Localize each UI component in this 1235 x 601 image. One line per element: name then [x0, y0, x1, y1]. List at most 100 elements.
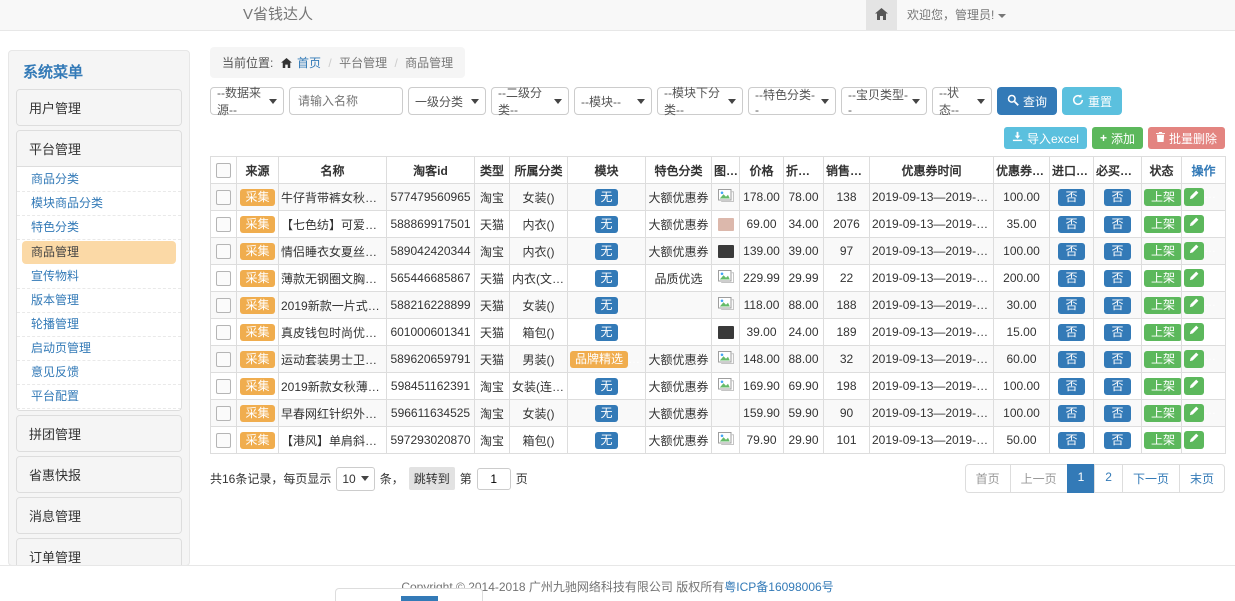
sidebar-subitem[interactable]: 轮播管理	[17, 313, 181, 337]
filter-select-data-source[interactable]: --数据来源--	[210, 87, 284, 115]
import-excel-button[interactable]: 导入excel	[1004, 127, 1087, 149]
import-pick-toggle[interactable]: 否	[1058, 189, 1084, 206]
must-buy-toggle[interactable]: 否	[1104, 270, 1130, 287]
row-checkbox[interactable]	[216, 352, 231, 367]
page-button[interactable]: 下一页	[1122, 464, 1180, 493]
must-buy-toggle[interactable]: 否	[1104, 243, 1130, 260]
status-badge[interactable]: 上架	[1144, 405, 1182, 422]
table-row: 采集情侣睡衣女夏丝绸男士...589042420344淘宝内衣()无大额优惠券1…	[211, 238, 1226, 265]
row-checkbox[interactable]	[216, 325, 231, 340]
bulk-delete-button[interactable]: 批量删除	[1148, 127, 1225, 149]
status-badge[interactable]: 上架	[1144, 243, 1182, 260]
filter-select-module-subcategory[interactable]: --模块下分类--	[657, 87, 743, 115]
row-checkbox[interactable]	[216, 217, 231, 232]
status-badge[interactable]: 上架	[1144, 351, 1182, 368]
icp-link[interactable]: 粤ICP备16098006号	[724, 580, 833, 594]
edit-button[interactable]	[1184, 296, 1204, 314]
column-header: 价格	[740, 157, 784, 184]
import-pick-toggle[interactable]: 否	[1058, 297, 1084, 314]
name-search-input[interactable]	[289, 87, 403, 115]
sidebar-subitem[interactable]: 商品分类	[17, 168, 181, 192]
row-checkbox[interactable]	[216, 244, 231, 259]
breadcrumb-home-link[interactable]: 首页	[297, 56, 321, 70]
filter-select-label: --宝贝类型--	[848, 86, 908, 117]
status-badge[interactable]: 上架	[1144, 378, 1182, 395]
page-button[interactable]: 2	[1094, 464, 1123, 493]
sidebar-subitem[interactable]: 商品管理	[22, 241, 176, 264]
edit-button[interactable]	[1184, 215, 1204, 233]
edit-button[interactable]	[1184, 431, 1204, 449]
status-badge[interactable]: 上架	[1144, 324, 1182, 341]
filter-select-module[interactable]: --模块--	[574, 87, 652, 115]
add-button[interactable]: + 添加	[1092, 127, 1143, 149]
navbar-home-button[interactable]	[866, 0, 897, 30]
row-checkbox[interactable]	[216, 298, 231, 313]
import-pick-toggle[interactable]: 否	[1058, 432, 1084, 449]
sidebar-subitem[interactable]: 版本管理	[17, 289, 181, 313]
status-badge[interactable]: 上架	[1144, 216, 1182, 233]
must-buy-toggle[interactable]: 否	[1104, 324, 1130, 341]
import-pick-cell: 否	[1050, 400, 1094, 427]
status-badge[interactable]: 上架	[1144, 297, 1182, 314]
per-page-select[interactable]: 10	[336, 467, 374, 491]
edit-button[interactable]	[1184, 242, 1204, 260]
sidebar-subitem[interactable]: 模块商品分类	[17, 192, 181, 216]
import-pick-toggle[interactable]: 否	[1058, 405, 1084, 422]
row-checkbox[interactable]	[216, 190, 231, 205]
sidebar-group[interactable]: 平台管理	[17, 131, 181, 166]
must-buy-toggle[interactable]: 否	[1104, 189, 1130, 206]
filter-select-status[interactable]: --状态--	[932, 87, 992, 115]
must-buy-toggle[interactable]: 否	[1104, 216, 1130, 233]
sidebar-subitem[interactable]: 平台配置	[17, 385, 181, 409]
edit-button[interactable]	[1184, 350, 1204, 368]
must-buy-toggle[interactable]: 否	[1104, 405, 1130, 422]
sidebar-subitem[interactable]: 特色分类	[17, 216, 181, 240]
price-cell: 69.00	[740, 211, 784, 238]
status-badge[interactable]: 上架	[1144, 432, 1182, 449]
sidebar-subitem[interactable]: 启动页管理	[17, 337, 181, 361]
column-header: 来源	[237, 157, 279, 184]
query-button[interactable]: 查询	[997, 87, 1057, 115]
edit-button[interactable]	[1184, 377, 1204, 395]
jump-page-input[interactable]	[477, 468, 511, 490]
edit-button[interactable]	[1184, 188, 1204, 206]
import-pick-toggle[interactable]: 否	[1058, 351, 1084, 368]
user-menu[interactable]: 欢迎您，管理员!	[907, 0, 1006, 30]
must-buy-toggle[interactable]: 否	[1104, 351, 1130, 368]
sidebar-group[interactable]: 消息管理	[17, 498, 181, 533]
select-all-checkbox[interactable]	[216, 163, 231, 178]
row-checkbox[interactable]	[216, 271, 231, 286]
import-pick-toggle[interactable]: 否	[1058, 243, 1084, 260]
sidebar-subitem[interactable]: 宣传物料	[17, 265, 181, 289]
filter-select-level2-category[interactable]: --二级分类--	[491, 87, 569, 115]
import-pick-toggle[interactable]: 否	[1058, 270, 1084, 287]
status-badge[interactable]: 上架	[1144, 270, 1182, 287]
breadcrumb-separator: /	[328, 56, 331, 70]
edit-button[interactable]	[1184, 404, 1204, 422]
sidebar-group[interactable]: 用户管理	[17, 90, 181, 125]
reset-button[interactable]: 重置	[1062, 87, 1122, 115]
must-buy-toggle[interactable]: 否	[1104, 297, 1130, 314]
must-buy-toggle[interactable]: 否	[1104, 432, 1130, 449]
row-checkbox[interactable]	[216, 379, 231, 394]
price-cell: 118.00	[740, 292, 784, 319]
edit-button[interactable]	[1184, 269, 1204, 287]
import-pick-toggle[interactable]: 否	[1058, 378, 1084, 395]
sidebar-group[interactable]: 订单管理	[17, 539, 181, 566]
row-checkbox[interactable]	[216, 406, 231, 421]
must-buy-toggle[interactable]: 否	[1104, 378, 1130, 395]
filter-select-item-type[interactable]: --宝贝类型--	[841, 87, 927, 115]
filter-select-level1-category[interactable]: 一级分类	[408, 87, 486, 115]
filter-select-feature-category[interactable]: --特色分类--	[748, 87, 836, 115]
sidebar-subitem[interactable]: 意见反馈	[17, 361, 181, 385]
page-button[interactable]: 末页	[1179, 464, 1225, 493]
edit-button[interactable]	[1184, 323, 1204, 341]
import-pick-toggle[interactable]: 否	[1058, 324, 1084, 341]
page-button[interactable]: 1	[1067, 464, 1096, 493]
row-checkbox[interactable]	[216, 433, 231, 448]
import-pick-toggle[interactable]: 否	[1058, 216, 1084, 233]
jump-button[interactable]: 跳转到	[409, 467, 455, 490]
sidebar-group[interactable]: 拼团管理	[17, 416, 181, 451]
status-badge[interactable]: 上架	[1144, 189, 1182, 206]
sidebar-group[interactable]: 省惠快报	[17, 457, 181, 492]
